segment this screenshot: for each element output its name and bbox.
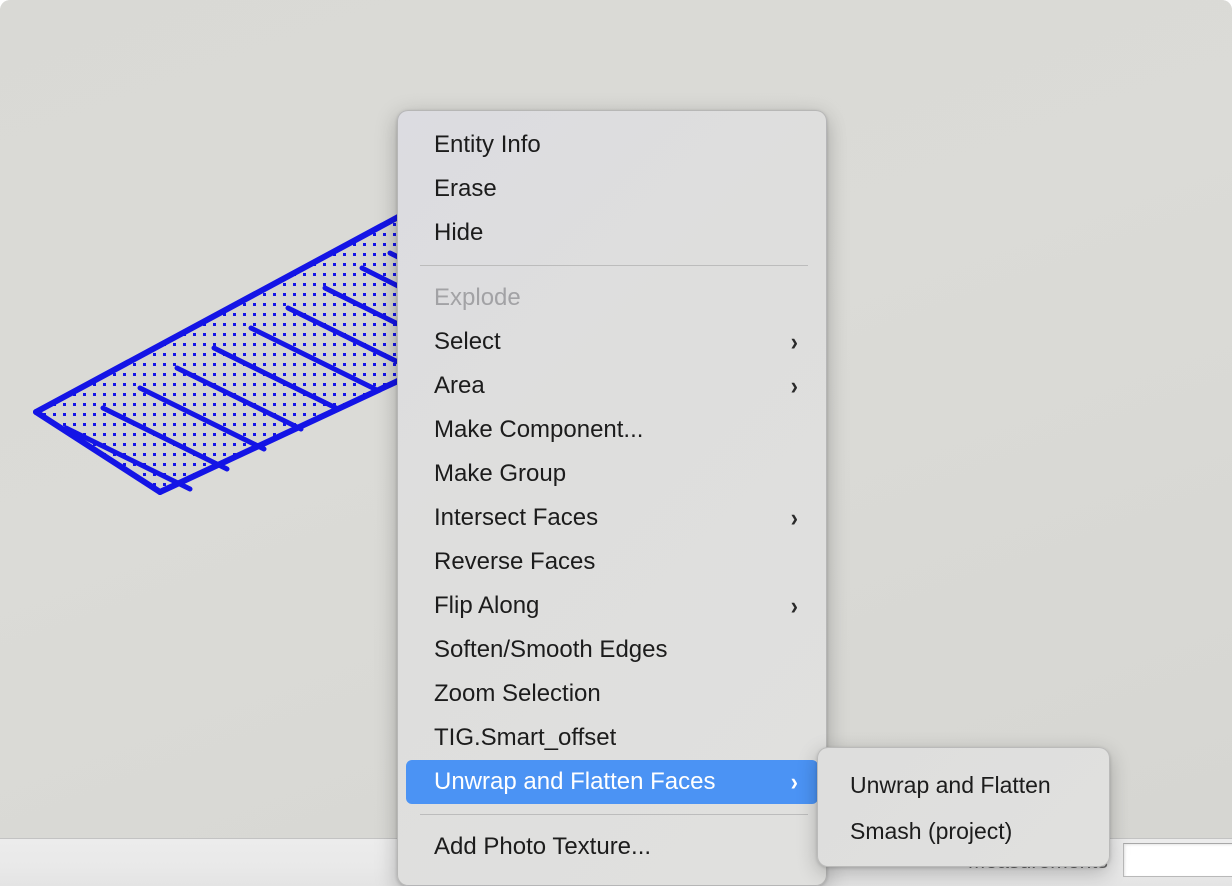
menu-item-label: TIG.Smart_offset xyxy=(434,716,616,760)
menu-item-label: Hide xyxy=(434,211,483,255)
submenu-list: Unwrap and FlattenSmash (project) xyxy=(818,762,1109,854)
chevron-right-icon: › xyxy=(791,505,798,530)
sketchup-window: Measurements Entity InfoEraseHideExplode… xyxy=(0,0,1232,886)
menu-item-label: Reverse Faces xyxy=(434,540,595,584)
menu-item-label: Soften/Smooth Edges xyxy=(434,628,667,672)
menu-item-label: Intersect Faces xyxy=(434,496,598,540)
menu-separator xyxy=(420,814,808,815)
menu-item-label: Unwrap and Flatten Faces xyxy=(434,760,715,804)
menu-item-label: Make Component... xyxy=(434,408,643,452)
menu-item-label: Smash (project) xyxy=(850,808,1012,854)
menu-item-hide[interactable]: Hide xyxy=(406,211,818,255)
menu-item-intersect-faces[interactable]: Intersect Faces › xyxy=(406,496,818,540)
menu-item-explode: Explode xyxy=(406,276,818,320)
chevron-right-icon: › xyxy=(791,329,798,354)
menu-item-label: Add Photo Texture... xyxy=(434,825,651,869)
menu-item-make-component[interactable]: Make Component... xyxy=(406,408,818,452)
chevron-right-icon: › xyxy=(791,769,798,794)
menu-item-erase[interactable]: Erase xyxy=(406,167,818,211)
context-menu[interactable]: Entity InfoEraseHide ExplodeSelect › Area › M… xyxy=(397,110,827,886)
chevron-right-icon: › xyxy=(791,593,798,618)
menu-item-label: Flip Along xyxy=(434,584,539,628)
menu-item-label: Select xyxy=(434,320,501,364)
menu-item-select[interactable]: Select › xyxy=(406,320,818,364)
menu-item-label: Zoom Selection xyxy=(434,672,601,716)
submenu-item-unwrap-and-flatten[interactable]: Unwrap and Flatten xyxy=(826,762,1101,808)
menu-item-area[interactable]: Area › xyxy=(406,364,818,408)
submenu-item-smash-project[interactable]: Smash (project) xyxy=(826,808,1101,854)
menu-item-tig-smart-offset[interactable]: TIG.Smart_offset xyxy=(406,716,818,760)
menu-item-label: Unwrap and Flatten xyxy=(850,762,1051,808)
menu-item-label: Erase xyxy=(434,167,497,211)
menu-separator xyxy=(420,265,808,266)
menu-item-label: Make Group xyxy=(434,452,566,496)
menu-item-label: Entity Info xyxy=(434,123,541,167)
menu-item-zoom-selection[interactable]: Zoom Selection xyxy=(406,672,818,716)
menu-item-flip-along[interactable]: Flip Along › xyxy=(406,584,818,628)
chevron-right-icon: › xyxy=(791,373,798,398)
menu-item-make-group[interactable]: Make Group xyxy=(406,452,818,496)
menu-item-reverse-faces[interactable]: Reverse Faces xyxy=(406,540,818,584)
menu-item-entity-info[interactable]: Entity Info xyxy=(406,123,818,167)
menu-item-soften-smooth-edges[interactable]: Soften/Smooth Edges xyxy=(406,628,818,672)
context-menu-list: Entity InfoEraseHide ExplodeSelect › Area › M… xyxy=(398,123,826,869)
menu-item-add-photo-texture[interactable]: Add Photo Texture... xyxy=(406,825,818,869)
unwrap-and-flatten-faces-submenu[interactable]: Unwrap and FlattenSmash (project) xyxy=(817,747,1110,867)
measurements-input[interactable] xyxy=(1123,843,1232,877)
menu-item-label: Area xyxy=(434,364,485,408)
menu-item-unwrap-and-flatten-faces[interactable]: Unwrap and Flatten Faces › xyxy=(406,760,818,804)
menu-item-label: Explode xyxy=(434,276,521,320)
